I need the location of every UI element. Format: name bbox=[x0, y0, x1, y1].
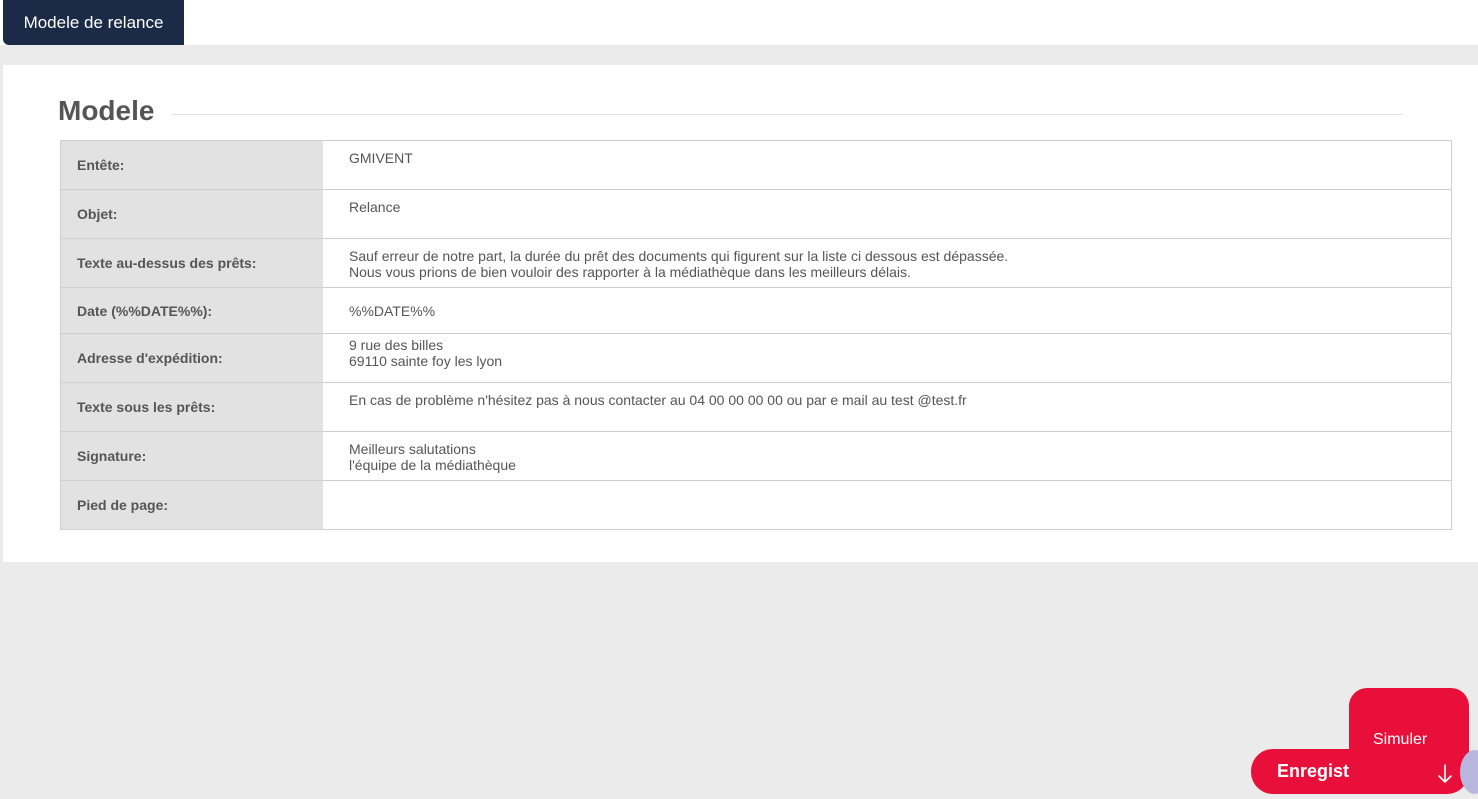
table-row: Pied de page: bbox=[61, 481, 1451, 529]
row-value: Sauf erreur de notre part, la durée du p… bbox=[349, 248, 1009, 280]
row-label: Texte au-dessus des prêts: bbox=[61, 239, 323, 287]
table-row: Texte sous les prêts: En cas de problème… bbox=[61, 383, 1451, 432]
table-row: Date (%%DATE%%): %%DATE%% bbox=[61, 288, 1451, 334]
table-row: Signature: Meilleurs salutations l'équip… bbox=[61, 432, 1451, 481]
tab-modele-de-relance[interactable]: Modele de relance bbox=[3, 0, 184, 45]
row-value: Relance bbox=[349, 199, 401, 215]
row-value: %%DATE%% bbox=[349, 302, 436, 319]
row-label: Adresse d'expédition: bbox=[61, 334, 323, 382]
row-value: 9 rue des billes 69110 sainte foy les ly… bbox=[349, 337, 503, 369]
modele-table: Entête: GMIVENT Objet: Relance Texte au-… bbox=[60, 140, 1452, 530]
row-value bbox=[323, 481, 1451, 529]
table-row: Texte au-dessus des prêts: Sauf erreur d… bbox=[61, 239, 1451, 288]
modele-panel: Modele Entête: GMIVENT Objet: Relance Te… bbox=[3, 65, 1478, 562]
section-title: Modele bbox=[58, 95, 155, 126]
row-label: Pied de page: bbox=[61, 481, 323, 529]
title-divider bbox=[172, 114, 1403, 115]
row-label: Texte sous les prêts: bbox=[61, 383, 323, 431]
row-label: Date (%%DATE%%): bbox=[61, 288, 323, 333]
arrow-down-icon bbox=[1438, 764, 1452, 783]
row-label: Signature: bbox=[61, 432, 323, 480]
row-value: Meilleurs salutations l'équipe de la méd… bbox=[349, 441, 516, 473]
row-value: En cas de problème n'hésitez pas à nous … bbox=[349, 392, 967, 408]
row-value: GMIVENT bbox=[349, 150, 413, 166]
table-row: Objet: Relance bbox=[61, 190, 1451, 239]
table-row: Adresse d'expédition: 9 rue des billes 6… bbox=[61, 334, 1451, 383]
top-bar: Modele de relance bbox=[0, 0, 1478, 45]
table-row: Entête: GMIVENT bbox=[61, 141, 1451, 190]
row-label: Entête: bbox=[61, 141, 323, 189]
row-label: Objet: bbox=[61, 190, 323, 238]
